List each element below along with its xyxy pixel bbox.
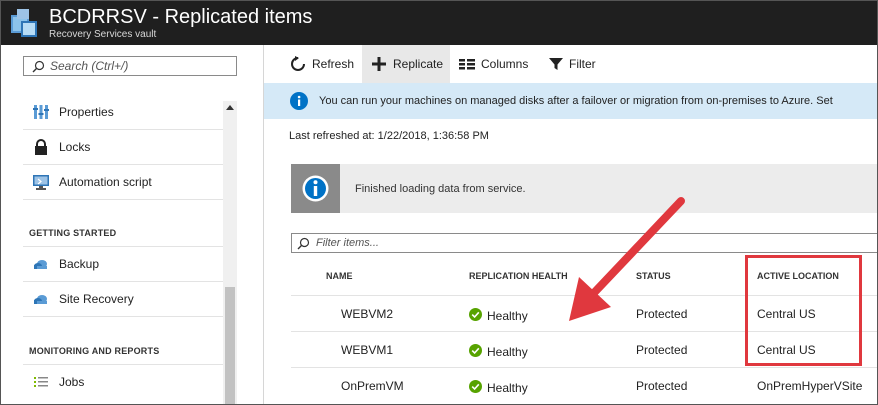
- cell-status: Protected: [636, 379, 688, 393]
- notice-text: Finished loading data from service.: [355, 183, 526, 195]
- search-icon: [32, 60, 45, 73]
- health-label: Healthy: [487, 309, 528, 323]
- sidebar-item-locks[interactable]: Locks: [23, 130, 223, 165]
- refresh-button[interactable]: Refresh: [282, 45, 362, 83]
- properties-icon: [33, 105, 49, 119]
- cell-health: Healthy: [469, 308, 528, 323]
- sidebar-search[interactable]: [23, 56, 237, 76]
- last-refreshed-text: Last refreshed at: 1/22/2018, 1:36:58 PM: [289, 130, 489, 142]
- table-row[interactable]: OnPremVM Healthy Protected OnPremHyperVS…: [291, 367, 877, 403]
- info-icon: [290, 92, 308, 110]
- sidebar-item-label: Properties: [59, 105, 114, 119]
- section-getting-started: GETTING STARTED: [29, 228, 117, 238]
- jobs-list-icon: [34, 377, 48, 387]
- info-banner[interactable]: You can run your machines on managed dis…: [264, 83, 877, 119]
- sidebar-item-properties[interactable]: Properties: [23, 95, 223, 130]
- filter-label: Filter: [569, 57, 596, 71]
- cell-name: OnPremVM: [341, 379, 404, 393]
- sidebar-item-label: Automation script: [59, 175, 152, 189]
- search-icon: [297, 237, 310, 250]
- cell-health: Healthy: [469, 380, 528, 395]
- healthy-check-icon: [469, 344, 482, 357]
- page-title: BCDRRSV - Replicated items: [49, 6, 313, 28]
- info-icon: [302, 175, 329, 202]
- columns-label: Columns: [481, 57, 529, 71]
- command-bar: Refresh Replicate Columns Filter: [264, 45, 877, 83]
- sidebar-item-backup[interactable]: Backup: [23, 247, 223, 282]
- columns-button[interactable]: Columns: [450, 45, 538, 83]
- cell-health: Healthy: [469, 344, 528, 359]
- sidebar: Properties Locks Automation script GETTI…: [1, 45, 264, 404]
- lock-icon: [35, 139, 47, 155]
- sidebar-item-label: Site Recovery: [59, 292, 134, 306]
- annotation-highlight-box: [745, 255, 862, 366]
- section-monitoring-and-reports: MONITORING AND REPORTS: [29, 346, 160, 356]
- replicate-label: Replicate: [393, 57, 444, 71]
- sidebar-item-label: Jobs: [59, 375, 85, 389]
- column-header-name[interactable]: NAME: [326, 270, 353, 282]
- notice-icon-box: [291, 164, 340, 213]
- sidebar-scrollbar[interactable]: [223, 101, 237, 404]
- annotation-arrow-icon: [569, 197, 685, 321]
- replicate-button[interactable]: Replicate: [362, 45, 450, 83]
- recovery-vault-icon: [11, 9, 37, 37]
- refresh-icon: [291, 56, 305, 71]
- app-window: BCDRRSV - Replicated items Recovery Serv…: [0, 0, 878, 405]
- sidebar-item-site-recovery[interactable]: Site Recovery: [23, 282, 223, 317]
- health-label: Healthy: [487, 381, 528, 395]
- plus-icon: [372, 57, 386, 71]
- health-label: Healthy: [487, 345, 528, 359]
- cell-location: OnPremHyperVSite: [757, 379, 863, 393]
- cloud-backup-icon: [34, 260, 47, 269]
- banner-text: You can run your machines on managed dis…: [319, 95, 833, 107]
- cloud-site-recovery-icon: [34, 295, 47, 304]
- column-header-replication-health[interactable]: REPLICATION HEALTH: [469, 270, 568, 282]
- sidebar-item-jobs[interactable]: Jobs: [23, 365, 223, 400]
- sidebar-search-input[interactable]: [50, 58, 230, 74]
- page-subtitle: Recovery Services vault: [49, 29, 157, 40]
- columns-icon: [459, 59, 475, 70]
- cell-status: Protected: [636, 343, 688, 357]
- filter-button[interactable]: Filter: [538, 45, 610, 83]
- scroll-thumb[interactable]: [225, 287, 235, 404]
- healthy-check-icon: [469, 380, 482, 393]
- healthy-check-icon: [469, 308, 482, 321]
- automation-script-icon: [33, 175, 49, 190]
- blade-header: BCDRRSV - Replicated items Recovery Serv…: [1, 1, 877, 45]
- filter-icon: [549, 58, 563, 70]
- cell-name: WEBVM1: [341, 343, 394, 357]
- sidebar-item-label: Locks: [59, 140, 91, 154]
- sidebar-item-label: Backup: [59, 257, 100, 271]
- sidebar-item-automation-script[interactable]: Automation script: [23, 165, 223, 200]
- cell-name: WEBVM2: [341, 307, 394, 321]
- refresh-label: Refresh: [312, 57, 355, 71]
- scroll-up-arrow-icon[interactable]: [226, 105, 234, 110]
